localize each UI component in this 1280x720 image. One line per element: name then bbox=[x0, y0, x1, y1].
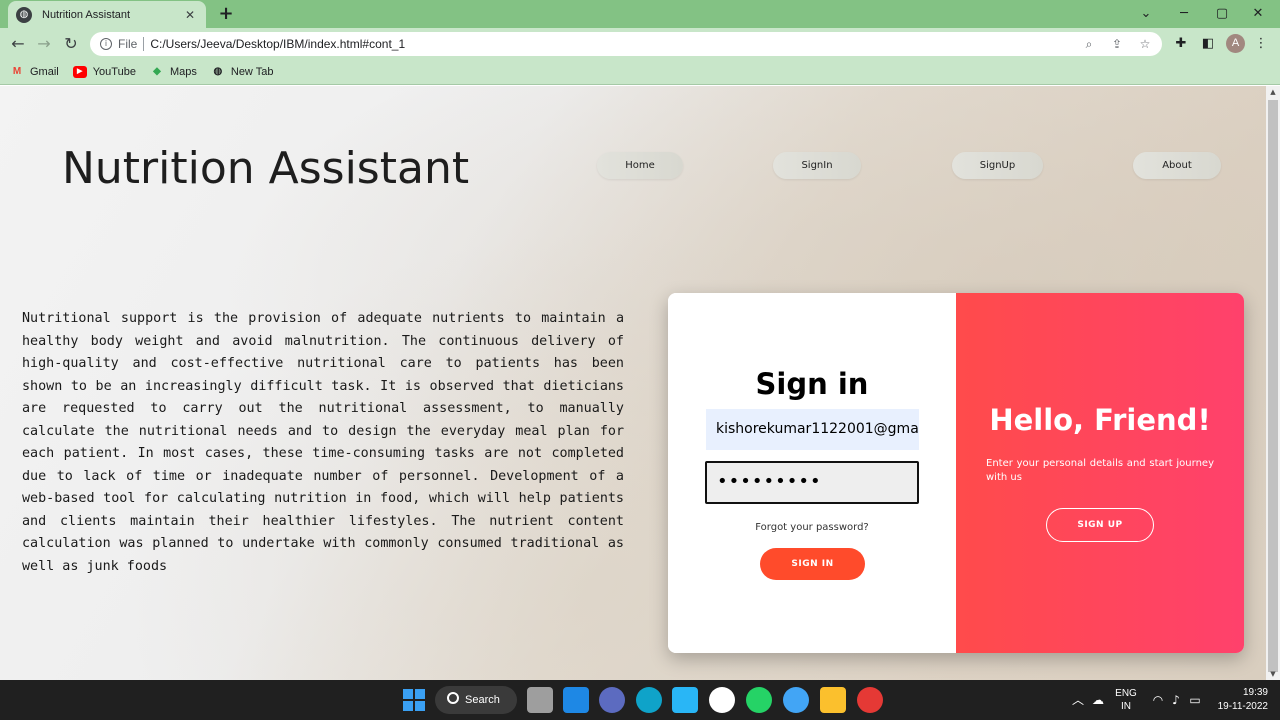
chrome-icon[interactable] bbox=[857, 687, 883, 713]
edge-icon[interactable] bbox=[636, 687, 662, 713]
url-text[interactable]: C:/Users/Jeeva/Desktop/IBM/index.html#co… bbox=[150, 37, 405, 51]
volume-icon[interactable]: ♪ bbox=[1168, 692, 1184, 708]
email-field[interactable]: kishorekumar1122001@gmail.com bbox=[706, 409, 919, 450]
bookmark-label: Gmail bbox=[30, 65, 59, 78]
side-panel-icon[interactable]: ◧ bbox=[1197, 33, 1219, 55]
bookmark-star-icon[interactable]: ☆ bbox=[1136, 35, 1154, 53]
scroll-up-icon[interactable]: ▲ bbox=[1266, 86, 1280, 98]
bookmark-label: Maps bbox=[169, 65, 197, 78]
signin-button[interactable]: SIGN IN bbox=[760, 548, 865, 580]
bookmark-youtube[interactable]: ▶ YouTube bbox=[72, 65, 136, 78]
bookmark-new-tab[interactable]: ◍ New Tab bbox=[211, 66, 274, 78]
profile-avatar[interactable]: A bbox=[1226, 34, 1245, 53]
youtube-icon: ▶ bbox=[72, 65, 87, 78]
language-bottom[interactable]: IN bbox=[1112, 701, 1140, 713]
file-explorer-icon[interactable] bbox=[820, 687, 846, 713]
browser-tab[interactable]: ◍ Nutrition Assistant ✕ bbox=[8, 1, 206, 28]
url-separator bbox=[143, 37, 145, 51]
overlay-heading: Hello, Friend! bbox=[989, 403, 1211, 437]
nav-signup[interactable]: SignUp bbox=[952, 152, 1043, 179]
address-bar[interactable]: i File C:/Users/Jeeva/Desktop/IBM/index.… bbox=[90, 32, 1162, 56]
signin-heading: Sign in bbox=[755, 367, 869, 401]
signin-form: Sign in kishorekumar1122001@gmail.com ••… bbox=[668, 293, 956, 653]
auth-card: Sign in kishorekumar1122001@gmail.com ••… bbox=[668, 293, 1244, 653]
github-icon[interactable] bbox=[709, 687, 735, 713]
search-icon bbox=[447, 692, 459, 704]
maps-icon: ◆ bbox=[153, 65, 161, 77]
bookmarks-bar: M Gmail ▶ YouTube ◆ Maps ◍ New Tab bbox=[0, 59, 1280, 85]
url-scheme: File bbox=[118, 37, 138, 51]
reload-icon[interactable]: ↻ bbox=[60, 33, 82, 55]
back-icon[interactable]: ← bbox=[7, 33, 29, 55]
widgets-icon[interactable] bbox=[563, 687, 589, 713]
os-taskbar: Search ︿ ☁ ENG IN ◠ ♪ ▭ 19:39 19-11-2022 bbox=[0, 680, 1280, 720]
weather-icon[interactable]: ☁ bbox=[1090, 692, 1106, 708]
tab-search-icon[interactable]: ⌄ bbox=[1128, 3, 1164, 25]
battery-icon[interactable]: ▭ bbox=[1187, 692, 1203, 708]
forward-icon[interactable]: → bbox=[33, 33, 55, 55]
tab-title: Nutrition Assistant bbox=[42, 8, 131, 21]
zoom-icon[interactable]: ⌕ bbox=[1080, 35, 1098, 53]
browser-toolbar: ← → ↻ i File C:/Users/Jeeva/Desktop/IBM/… bbox=[0, 28, 1280, 59]
globe-icon: ◍ bbox=[213, 65, 223, 77]
gmail-icon: M bbox=[12, 65, 22, 77]
globe-icon: ◍ bbox=[16, 6, 32, 23]
bookmark-label: YouTube bbox=[92, 65, 136, 78]
clock-date[interactable]: 19-11-2022 bbox=[1208, 701, 1268, 713]
wifi-icon[interactable]: ◠ bbox=[1150, 692, 1166, 708]
bookmark-gmail[interactable]: M Gmail bbox=[10, 66, 59, 78]
bookmark-maps[interactable]: ◆ Maps bbox=[150, 66, 197, 78]
menu-icon[interactable]: ⋮ bbox=[1250, 33, 1272, 55]
clock-time[interactable]: 19:39 bbox=[1212, 687, 1268, 699]
signup-button[interactable]: SIGN UP bbox=[1046, 508, 1154, 542]
forgot-password-link[interactable]: Forgot your password? bbox=[668, 522, 956, 533]
page-viewport: Nutrition Assistant Home SignIn SignUp A… bbox=[0, 86, 1266, 680]
store-icon[interactable] bbox=[672, 687, 698, 713]
bookmark-label: New Tab bbox=[230, 65, 274, 78]
intro-paragraph: Nutritional support is the provision of … bbox=[22, 311, 624, 574]
whatsapp-icon[interactable] bbox=[746, 687, 772, 713]
language-top[interactable]: ENG bbox=[1112, 688, 1140, 700]
nav-about[interactable]: About bbox=[1133, 152, 1221, 179]
extensions-icon[interactable]: ✚ bbox=[1170, 33, 1192, 55]
help-icon[interactable] bbox=[783, 687, 809, 713]
password-field[interactable]: ••••••••• bbox=[705, 461, 919, 504]
page-scrollbar[interactable]: ▲ ▼ bbox=[1266, 86, 1280, 680]
tray-chevron-icon[interactable]: ︿ bbox=[1070, 692, 1086, 708]
task-view-icon[interactable] bbox=[527, 687, 553, 713]
close-window-icon[interactable]: ✕ bbox=[1240, 3, 1276, 25]
page-title: Nutrition Assistant bbox=[62, 143, 470, 194]
signup-overlay: Hello, Friend! Enter your personal detai… bbox=[956, 293, 1244, 653]
close-tab-icon[interactable]: ✕ bbox=[182, 8, 198, 22]
teams-chat-icon[interactable] bbox=[599, 687, 625, 713]
share-icon[interactable]: ⇪ bbox=[1108, 35, 1126, 53]
new-tab-button[interactable]: + bbox=[216, 4, 236, 24]
nav-home[interactable]: Home bbox=[597, 152, 683, 179]
maximize-icon[interactable]: ▢ bbox=[1204, 3, 1240, 25]
windows-start-icon[interactable] bbox=[401, 687, 427, 713]
scroll-thumb[interactable] bbox=[1268, 100, 1278, 672]
scroll-down-icon[interactable]: ▼ bbox=[1266, 668, 1280, 680]
tab-strip: ◍ Nutrition Assistant ✕ + ⌄ ─ ▢ ✕ bbox=[0, 0, 1280, 28]
overlay-text: Enter your personal details and start jo… bbox=[986, 458, 1214, 483]
nav-signin[interactable]: SignIn bbox=[773, 152, 861, 179]
info-icon[interactable]: i bbox=[100, 38, 112, 50]
minimize-icon[interactable]: ─ bbox=[1166, 3, 1202, 25]
